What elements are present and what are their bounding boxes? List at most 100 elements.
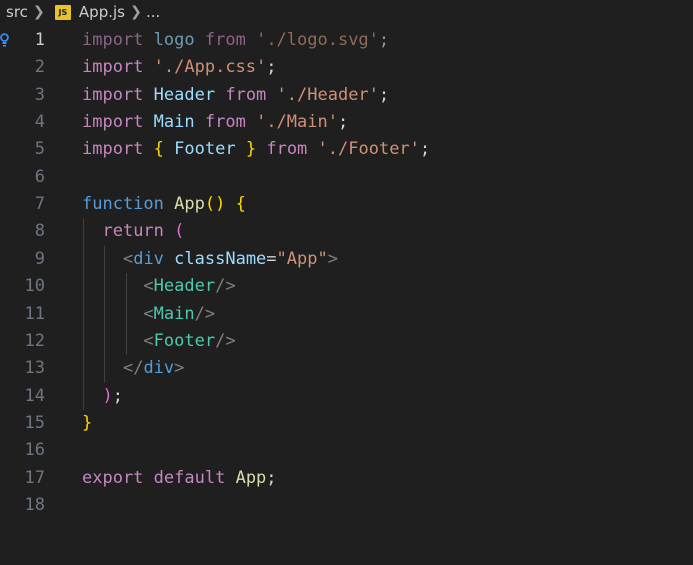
code-token: < — [143, 303, 154, 324]
code-line[interactable]: 17 export default App; — [0, 465, 693, 492]
code-text[interactable]: ); — [82, 383, 123, 410]
code-token: () — [204, 194, 226, 215]
code-line[interactable]: 1 import logo from './logo.svg'; — [0, 27, 693, 54]
code-line[interactable]: 16 — [0, 437, 693, 464]
code-token: Main — [153, 303, 195, 324]
line-number[interactable]: 13 — [0, 355, 45, 382]
code-token: './Header' — [276, 84, 379, 105]
code-token: div — [143, 358, 175, 379]
line-number[interactable]: 18 — [0, 492, 45, 519]
code-text[interactable]: <Main/> — [82, 301, 215, 328]
code-token: < — [143, 276, 154, 297]
code-text[interactable]: return ( — [82, 218, 184, 245]
line-number[interactable]: 16 — [0, 437, 45, 464]
javascript-file-icon: JS — [54, 4, 71, 20]
code-editor[interactable]: 1 import logo from './logo.svg'; 2 import '… — [0, 26, 693, 565]
code-token: < — [143, 330, 154, 351]
code-token: './logo.svg' — [256, 30, 379, 50]
line-number[interactable]: 3 — [0, 82, 45, 109]
code-text[interactable]: <div className="App"> — [82, 246, 338, 273]
code-token: function — [82, 194, 164, 215]
line-number[interactable]: 10 — [0, 273, 45, 300]
indent-guide — [104, 245, 105, 383]
code-token: './App.css' — [153, 57, 267, 78]
code-text[interactable]: } — [82, 410, 92, 437]
code-token: className — [174, 248, 267, 269]
code-text[interactable]: export default App; — [82, 465, 277, 492]
code-token: /> — [215, 330, 236, 351]
code-text[interactable]: function App() { — [82, 191, 246, 218]
line-number[interactable]: 12 — [0, 328, 45, 355]
code-text[interactable]: import Header from './Header'; — [82, 82, 389, 109]
code-token: from — [266, 139, 308, 160]
line-number[interactable]: 1 — [0, 27, 45, 54]
code-token: return — [102, 221, 164, 242]
code-line[interactable]: 18 — [0, 492, 693, 519]
line-number[interactable]: 4 — [0, 109, 45, 136]
code-token: from — [204, 30, 246, 50]
line-number[interactable]: 17 — [0, 465, 45, 492]
code-token: App — [235, 467, 267, 488]
code-text[interactable]: import logo from './logo.svg'; — [82, 27, 389, 54]
code-text[interactable]: <Footer/> — [82, 328, 236, 355]
code-line[interactable]: 15} — [0, 410, 693, 437]
code-line[interactable]: 4 import Main from './Main'; — [0, 109, 693, 136]
code-token: export — [82, 467, 144, 488]
code-token: ; — [419, 139, 431, 160]
code-text[interactable]: import Main from './Main'; — [82, 109, 348, 136]
code-token: { — [153, 139, 164, 160]
code-token: import — [82, 57, 144, 78]
code-line[interactable]: 8 return ( — [0, 218, 693, 245]
code-line[interactable]: 14 ); — [0, 383, 693, 410]
code-text[interactable]: import { Footer } from './Footer'; — [82, 136, 430, 163]
code-text[interactable]: import './App.css'; — [82, 54, 277, 81]
code-line[interactable]: 6 — [0, 164, 693, 191]
line-number[interactable]: 14 — [0, 383, 45, 410]
code-token: "App" — [276, 248, 328, 269]
code-token: Main — [153, 112, 195, 133]
breadcrumb-folder[interactable]: src — [6, 3, 28, 21]
code-text[interactable]: <Header/> — [82, 273, 235, 300]
code-token: } — [245, 139, 257, 160]
code-token: logo — [153, 30, 195, 50]
code-line[interactable]: 3 import Header from './Header'; — [0, 82, 693, 109]
code-token: Footer — [174, 139, 236, 160]
code-token: ; — [378, 30, 390, 50]
breadcrumb-symbols[interactable]: ... — [146, 3, 160, 21]
breadcrumb-file[interactable]: App.js — [79, 3, 125, 21]
code-line[interactable]: 2 import './App.css'; — [0, 54, 693, 81]
code-text[interactable]: </div> — [82, 355, 184, 382]
line-number[interactable]: 7 — [0, 191, 45, 218]
code-token: import — [82, 30, 144, 50]
line-number[interactable]: 15 — [0, 410, 45, 437]
code-token: ) — [102, 385, 113, 406]
indent-guide — [83, 218, 84, 410]
code-token: default — [153, 467, 226, 488]
line-number[interactable]: 5 — [0, 136, 45, 163]
line-number[interactable]: 11 — [0, 301, 45, 328]
line-number[interactable]: 9 — [0, 246, 45, 273]
line-number[interactable]: 2 — [0, 54, 45, 81]
chevron-right-icon: ❯ — [33, 4, 45, 20]
code-token: = — [266, 248, 277, 269]
code-line[interactable]: 5 import { Footer } from './Footer'; — [0, 136, 693, 163]
line-number[interactable]: 6 — [0, 164, 45, 191]
code-token: App — [174, 194, 205, 215]
chevron-right-icon: ❯ — [130, 4, 142, 20]
code-line[interactable]: 7 function App() { — [0, 191, 693, 218]
line-number[interactable]: 8 — [0, 218, 45, 245]
